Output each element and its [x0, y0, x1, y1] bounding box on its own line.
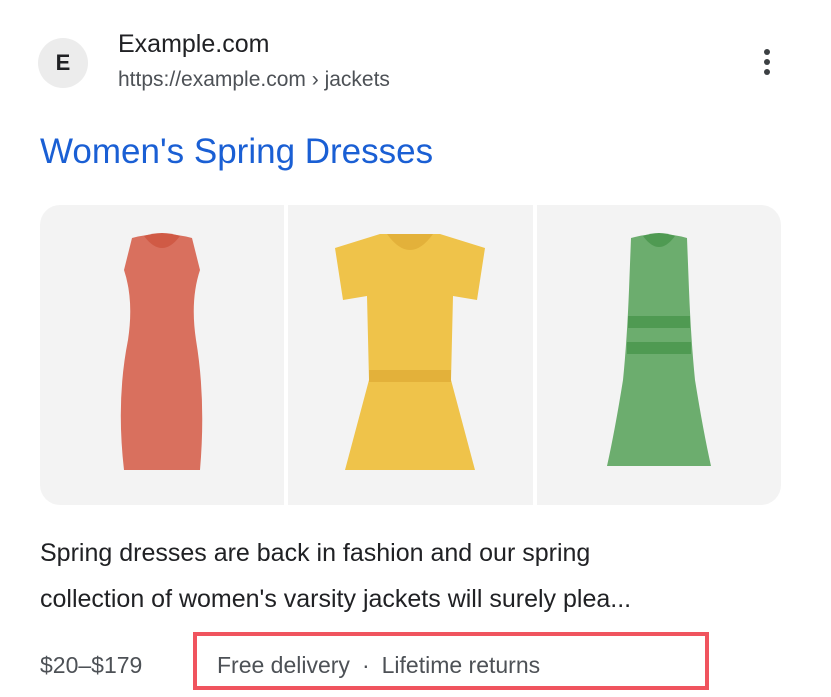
- more-dot: [764, 59, 770, 65]
- separator: ·: [361, 651, 370, 678]
- green-dress-image[interactable]: [536, 205, 781, 505]
- more-vert-icon[interactable]: [752, 42, 782, 82]
- search-result-card: E Example.com https://example.com › jack…: [0, 0, 831, 697]
- free-delivery-label: Free delivery: [217, 651, 350, 678]
- price-row: $20–$179: [40, 640, 142, 690]
- site-favicon[interactable]: E: [38, 38, 88, 88]
- price-range: $20–$179: [40, 651, 143, 678]
- more-dot: [764, 69, 770, 75]
- result-snippet: Spring dresses are back in fashion and o…: [40, 530, 800, 622]
- site-url[interactable]: https://example.com › jackets: [118, 68, 390, 92]
- green-dress-icon: [606, 233, 711, 466]
- red-dress-icon: [120, 233, 203, 470]
- site-info[interactable]: E Example.com https://example.com › jack…: [38, 28, 793, 98]
- yellow-dress-image[interactable]: [288, 205, 533, 505]
- result-title-link[interactable]: Women's Spring Dresses: [40, 132, 433, 172]
- snippet-line: Spring dresses are back in fashion and o…: [40, 539, 591, 567]
- site-name[interactable]: Example.com: [118, 30, 269, 59]
- more-dot: [764, 49, 770, 55]
- image-gallery: [40, 205, 781, 505]
- lifetime-returns-label: Lifetime returns: [381, 651, 541, 678]
- snippet-line: collection of women's varsity jackets wi…: [40, 585, 632, 613]
- shipping-features: Free delivery · Lifetime returns: [217, 640, 540, 690]
- yellow-dress-icon: [335, 234, 486, 470]
- red-dress-image[interactable]: [40, 205, 285, 505]
